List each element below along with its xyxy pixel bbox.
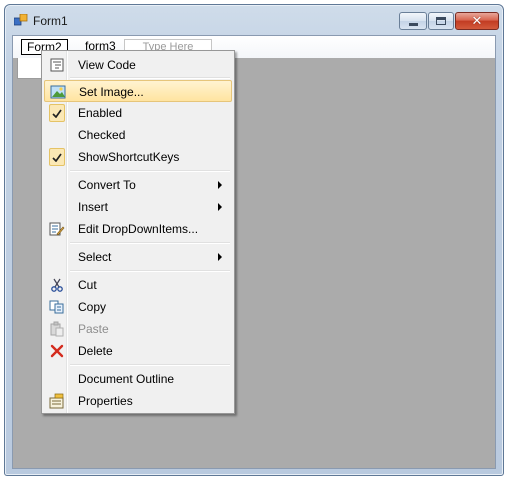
check-frame [49,148,65,166]
menu-label: Convert To [78,178,136,192]
menu-set-image[interactable]: Set Image... [44,80,232,102]
menu-label: Enabled [78,106,123,120]
menu-label: Paste [78,322,109,336]
menu-enabled[interactable]: Enabled [44,102,232,124]
menu-label: Edit DropDownItems... [78,222,199,236]
separator [70,270,230,272]
menu-label: ShowShortcutKeys [78,150,180,164]
menu-select[interactable]: Select [44,246,232,268]
menu-label: Document Outline [78,372,175,386]
menu-insert[interactable]: Insert [44,196,232,218]
delete-x-icon [49,343,65,359]
menu-label: Select [78,250,112,264]
menu-label: Delete [78,344,113,358]
maximize-button[interactable] [428,12,454,30]
submenu-arrow-icon [218,181,222,189]
menu-cut[interactable]: Cut [44,274,232,296]
separator [70,242,230,244]
menu-label: Insert [78,200,109,214]
menu-copy[interactable]: Copy [44,296,232,318]
submenu-arrow-icon [218,203,222,211]
menu-label: Cut [78,278,97,292]
close-button[interactable]: ✕ [455,12,499,30]
view-code-icon [49,57,65,73]
minimize-button[interactable] [399,12,427,30]
submenu-arrow-icon [218,253,222,261]
checkmark-icon [49,148,65,166]
paste-icon [49,321,65,337]
close-icon: ✕ [471,13,483,29]
check-frame [49,104,65,122]
maximize-icon [436,17,446,25]
checkmark-icon [49,104,65,122]
menu-checked[interactable]: Checked [44,124,232,146]
menu-delete[interactable]: Delete [44,340,232,362]
title-bar[interactable]: Form1 ✕ [5,5,503,33]
menu-label: Checked [78,128,126,142]
menu-view-code[interactable]: View Code [44,54,232,76]
menu-label: Copy [78,300,107,314]
copy-icon [49,299,65,315]
menu-label: View Code [78,58,136,72]
separator [70,364,230,366]
menu-label: Properties [78,394,133,408]
menu-convert-to[interactable]: Convert To [44,174,232,196]
menu-document-outline[interactable]: Document Outline [44,368,232,390]
window-title: Form1 [33,14,68,28]
edit-items-icon [49,221,65,237]
menu-edit-dropdown-items[interactable]: Edit DropDownItems... [44,218,232,240]
menu-paste[interactable]: Paste [44,318,232,340]
scissors-icon [49,277,65,293]
minimize-icon [408,22,418,26]
context-menu: View Code Set Image... Enabled Checked S… [41,50,235,414]
menu-properties[interactable]: Properties [44,390,232,412]
menu-show-shortcut-keys[interactable]: ShowShortcutKeys [44,146,232,168]
separator [70,170,230,172]
properties-icon [49,393,65,409]
form-app-icon [14,14,28,26]
separator [70,77,230,79]
image-icon [50,84,66,100]
menu-label: Set Image... [79,85,144,99]
